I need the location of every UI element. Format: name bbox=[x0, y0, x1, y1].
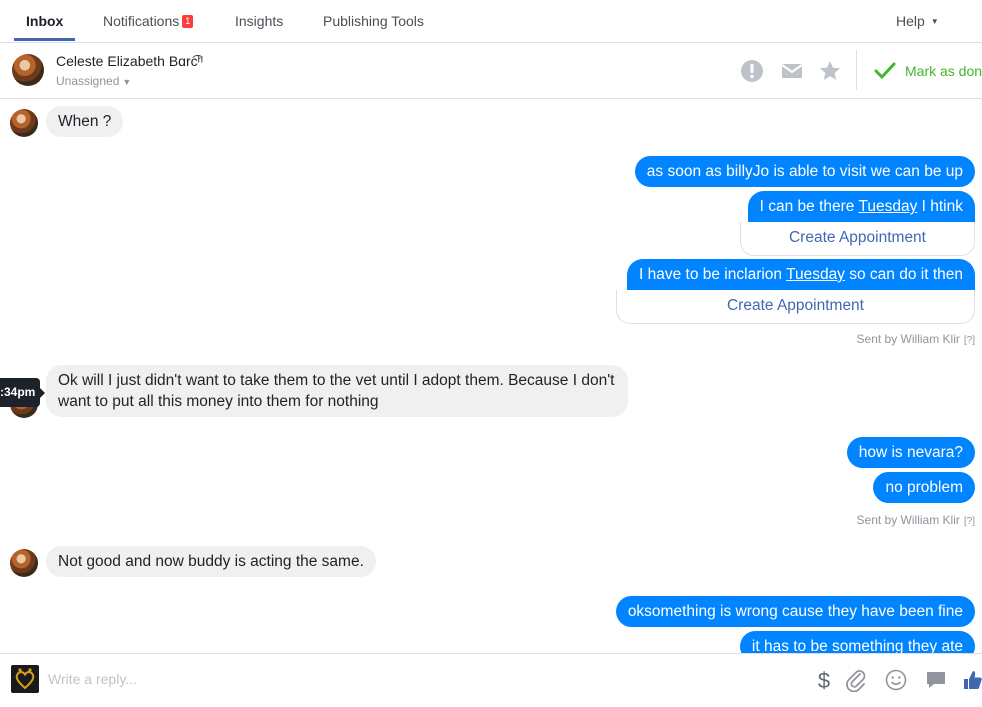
message-text: I can be there bbox=[759, 198, 859, 215]
help-link[interactable]: [?] bbox=[964, 335, 975, 346]
assignee-label: Unassigned bbox=[56, 74, 120, 88]
outgoing-message[interactable]: how is nevara? bbox=[846, 437, 975, 468]
caret-down-icon: ▼ bbox=[122, 77, 132, 87]
outgoing-message[interactable]: no problem bbox=[873, 472, 975, 503]
message-text: I htink bbox=[917, 198, 963, 215]
tab-publishing-tools-label: Publishing Tools bbox=[323, 13, 424, 29]
message-text: Not good and now buddy is acting the sam… bbox=[58, 553, 364, 570]
alert-icon[interactable] bbox=[740, 59, 764, 83]
contact-avatar[interactable] bbox=[12, 54, 44, 86]
active-tab-underline bbox=[14, 38, 75, 41]
tab-insights[interactable]: Insights bbox=[235, 13, 283, 29]
page-logo bbox=[11, 665, 39, 693]
tab-insights-label: Insights bbox=[235, 13, 284, 29]
outgoing-message[interactable]: oksomething is wrong cause they have bee… bbox=[615, 596, 975, 627]
reply-composer: $ bbox=[0, 653, 982, 707]
message-text: so can do it then bbox=[844, 266, 963, 283]
sent-by-label: Sent by William Klir [?] bbox=[857, 513, 975, 527]
tab-inbox[interactable]: Inbox bbox=[26, 13, 63, 29]
message-text: Ok will I just didn't want to take them … bbox=[58, 372, 615, 410]
smiley-icon[interactable] bbox=[884, 668, 908, 692]
reply-input[interactable] bbox=[48, 668, 748, 690]
thumbs-up-icon[interactable] bbox=[962, 668, 982, 692]
outgoing-message[interactable]: I have to be inclarion Tuesday so can do… bbox=[627, 259, 975, 290]
timestamp-tooltip: :34pm bbox=[0, 378, 45, 407]
conversation-header: Celeste Elizabeth Bɑrc͡ʰ Unassigned ▼ Mar… bbox=[0, 43, 982, 99]
tab-publishing-tools[interactable]: Publishing Tools bbox=[323, 13, 424, 29]
top-nav: Inbox Notifications 1 Insights Publishing… bbox=[0, 0, 982, 43]
heart-logo-icon bbox=[15, 668, 35, 690]
sticker-icon[interactable] bbox=[924, 668, 948, 692]
contact-name[interactable]: Celeste Elizabeth Bɑrc͡ʰ bbox=[56, 53, 203, 69]
checkmark-icon bbox=[874, 62, 896, 80]
dollar-icon[interactable]: $ bbox=[812, 668, 836, 692]
star-icon[interactable] bbox=[818, 59, 842, 83]
date-link[interactable]: Tuesday bbox=[858, 198, 917, 215]
incoming-message[interactable]: Not good and now buddy is acting the sam… bbox=[46, 546, 376, 577]
message-text: oksomething is wrong cause they have bee… bbox=[627, 603, 963, 620]
svg-text:$: $ bbox=[818, 668, 830, 692]
paperclip-icon[interactable] bbox=[844, 668, 868, 692]
message-text: I have to be inclarion bbox=[639, 266, 787, 283]
message-text: as soon as billyJo is able to visit we c… bbox=[646, 163, 963, 180]
message-thread[interactable]: When ? as soon as billyJo is able to vis… bbox=[0, 99, 982, 653]
envelope-icon[interactable] bbox=[780, 59, 804, 83]
outgoing-message[interactable]: it has to be something they ate bbox=[739, 631, 975, 653]
sent-by-text: Sent by William Klir bbox=[856, 513, 960, 527]
outgoing-message[interactable]: I can be there Tuesday I htink bbox=[747, 191, 975, 222]
message-text: no problem bbox=[885, 479, 963, 496]
sent-by-text: Sent by William Klir bbox=[856, 332, 960, 346]
outgoing-message[interactable]: as soon as billyJo is able to visit we c… bbox=[634, 156, 975, 187]
mark-as-done-label: Mark as don bbox=[905, 63, 982, 79]
sent-by-label: Sent by William Klir [?] bbox=[857, 332, 975, 346]
message-text: it has to be something they ate bbox=[751, 638, 963, 653]
incoming-message[interactable]: Ok will I just didn't want to take them … bbox=[46, 365, 628, 417]
contact-avatar bbox=[10, 549, 38, 577]
help-link[interactable]: [?] bbox=[964, 516, 975, 527]
create-appointment-button[interactable]: Create Appointment bbox=[740, 222, 975, 256]
tab-notifications[interactable]: Notifications 1 bbox=[103, 13, 194, 29]
help-label: Help bbox=[896, 13, 925, 29]
help-menu[interactable]: Help ▼ bbox=[896, 13, 939, 29]
contact-avatar bbox=[10, 109, 38, 137]
header-divider bbox=[856, 50, 857, 90]
notifications-badge: 1 bbox=[182, 15, 194, 28]
create-appointment-button[interactable]: Create Appointment bbox=[616, 290, 975, 324]
tab-inbox-label: Inbox bbox=[26, 13, 64, 29]
incoming-message[interactable]: When ? bbox=[46, 106, 124, 137]
caret-down-icon: ▼ bbox=[930, 17, 939, 26]
message-text: When ? bbox=[58, 113, 112, 130]
message-text: how is nevara? bbox=[858, 444, 963, 461]
date-link[interactable]: Tuesday bbox=[786, 266, 845, 283]
tab-notifications-label: Notifications bbox=[103, 13, 180, 29]
assignee-dropdown[interactable]: Unassigned ▼ bbox=[56, 74, 131, 88]
